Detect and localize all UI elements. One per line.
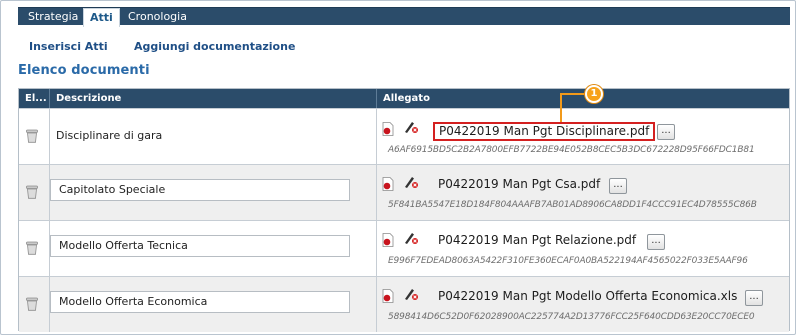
insert-atti-link[interactable]: Inserisci Atti (29, 40, 108, 53)
digital-signature-icon[interactable] (403, 231, 419, 245)
section-title: Elenco documenti (18, 63, 150, 78)
callout-number-badge: 1 (585, 85, 603, 103)
add-documentation-link[interactable]: Aggiungi documentazione (134, 40, 295, 53)
table-header: El... Descrizione Allegato (19, 89, 789, 108)
file-pdf-icon (382, 177, 394, 191)
digital-signature-icon[interactable] (403, 175, 419, 189)
header-divider (49, 89, 50, 108)
file-pdf-icon (382, 122, 394, 136)
attached-file-name[interactable]: P0422019 Man Pgt Modello Offerta Economi… (438, 289, 737, 303)
header-divider (376, 89, 377, 108)
tab-atti[interactable]: Atti (83, 8, 120, 27)
callout-connector (560, 93, 562, 122)
digital-signature-icon[interactable] (403, 120, 419, 134)
cell-divider (49, 109, 50, 164)
table-row: Disciplinare di gara P0422019 Man Pgt Di… (19, 108, 789, 164)
table-row: Modello Offerta Tecnica P0422019 Man Pgt… (19, 220, 789, 276)
attached-file-name[interactable]: P0422019 Man Pgt Relazione.pdf (438, 233, 636, 247)
delete-row-icon[interactable] (26, 185, 38, 199)
tab-strategia[interactable]: Strategia (28, 8, 78, 26)
file-hash: A6AF6915BD5C2B2A7800EFB7722BE94E052B8CEC… (388, 145, 755, 155)
file-pdf-icon (382, 233, 394, 247)
file-pdf-icon (382, 289, 394, 303)
table-row: Capitolato Speciale P0422019 Man Pgt Csa… (19, 164, 789, 220)
description-input[interactable]: Capitolato Speciale (50, 179, 350, 201)
tab-bar: Strategia Atti Cronologia (18, 7, 790, 27)
cell-divider (376, 277, 377, 332)
digital-signature-icon[interactable] (403, 287, 419, 301)
documents-table: El... Descrizione Allegato Disciplinare … (18, 88, 790, 332)
file-hash: E996F7EDEAD8063A5422F310FE360ECAF0A0BA52… (388, 256, 748, 266)
file-hash: 5898414D6C52D0F62028900AC225774A2D13776F… (388, 312, 755, 322)
window-frame: Strategia Atti Cronologia Inserisci Atti… (0, 0, 796, 335)
description-input[interactable]: Modello Offerta Tecnica (50, 235, 350, 257)
table-row: Modello Offerta Economica P0422019 Man P… (19, 276, 789, 332)
delete-row-icon[interactable] (26, 241, 38, 255)
column-header-el: El... (25, 93, 47, 104)
description-text: Disciplinare di gara (56, 129, 163, 142)
description-input[interactable]: Modello Offerta Economica (50, 291, 350, 313)
column-header-allegato: Allegato (383, 93, 430, 104)
attached-file-name[interactable]: P0422019 Man Pgt Disciplinare.pdf (433, 122, 656, 141)
attached-file-name[interactable]: P0422019 Man Pgt Csa.pdf (438, 177, 600, 191)
file-hash: 5F841BA5547E18D184F804AAAFB7AB01AD8906CA… (388, 200, 757, 210)
browse-file-button[interactable]: ... (657, 124, 675, 140)
cell-divider (376, 109, 377, 164)
browse-file-button[interactable]: ... (647, 234, 665, 250)
cell-divider (376, 165, 377, 220)
browse-file-button[interactable]: ... (745, 290, 763, 306)
tab-cronologia[interactable]: Cronologia (128, 8, 187, 26)
column-header-descrizione: Descrizione (56, 93, 122, 104)
delete-row-icon[interactable] (26, 297, 38, 311)
callout-connector (561, 93, 587, 95)
delete-row-icon[interactable] (26, 129, 38, 143)
cell-divider (376, 221, 377, 276)
browse-file-button[interactable]: ... (609, 178, 627, 194)
